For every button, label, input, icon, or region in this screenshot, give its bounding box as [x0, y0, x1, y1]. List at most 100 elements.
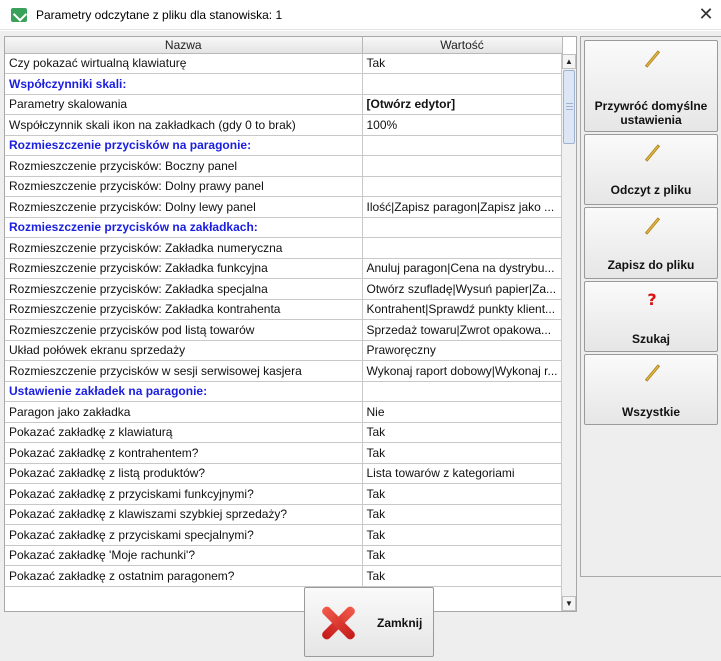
- parameter-value-cell[interactable]: Tak: [362, 483, 563, 505]
- parameter-value-cell[interactable]: [362, 135, 563, 156]
- parameter-name-cell: Pokazać zakładkę z przyciskami specjalny…: [5, 524, 363, 546]
- parameter-value-cell[interactable]: Tak: [362, 53, 563, 74]
- scroll-down-arrow[interactable]: ▼: [562, 596, 576, 611]
- section-header-cell: Współczynniki skali:: [5, 73, 363, 95]
- table-row[interactable]: Współczynnik skali ikon na zakładkach (g…: [5, 114, 563, 136]
- parameter-value-cell[interactable]: Tak: [362, 422, 563, 443]
- table-row[interactable]: Rozmieszczenie przycisków: Zakładka spec…: [5, 278, 563, 300]
- parameter-value-cell[interactable]: [362, 73, 563, 95]
- table-row[interactable]: Układ połówek ekranu sprzedaży Praworęczn…: [5, 340, 563, 361]
- thumb-grip-line: [566, 103, 573, 104]
- column-header-value[interactable]: Wartość: [362, 37, 563, 54]
- table-row[interactable]: Pokazać zakładkę z listą produktów? Lista…: [5, 463, 563, 484]
- title-bar: Parametry odczytane z pliku dla stanowis…: [0, 0, 721, 30]
- table-row[interactable]: Rozmieszczenie przycisków: Dolny lewy pa…: [5, 196, 563, 218]
- parameter-name-cell: Pokazać zakładkę z ostatnim paragonem?: [5, 565, 363, 587]
- window-title: Parametry odczytane z pliku dla stanowis…: [36, 8, 283, 22]
- parameter-value-cell[interactable]: [362, 381, 563, 402]
- table-row[interactable]: Rozmieszczenie przycisków: Zakładka kont…: [5, 299, 563, 320]
- parameter-name-cell: Paragon jako zakładka: [5, 401, 363, 423]
- parameter-value-cell[interactable]: Ilość|Zapisz paragon|Zapisz jako ...: [362, 196, 563, 218]
- parameter-value-cell[interactable]: 100%: [362, 114, 563, 136]
- read-from-file-button[interactable]: Odczyt z pliku: [584, 134, 718, 205]
- parameter-value-cell[interactable]: Tak: [362, 504, 563, 525]
- table-row[interactable]: Pokazać zakładkę z przyciskami funkcyjny…: [5, 483, 563, 505]
- table-section-row[interactable]: Ustawienie zakładek na paragonie:: [5, 381, 563, 402]
- table-row[interactable]: Pokazać zakładkę z przyciskami specjalny…: [5, 524, 563, 546]
- table-row[interactable]: Pokazać zakładkę z klawiaturą Tak: [5, 422, 563, 443]
- close-x-icon: [319, 604, 357, 642]
- read-from-file-label: Odczyt z pliku: [610, 183, 692, 197]
- parameter-value-cell[interactable]: Tak: [362, 545, 563, 566]
- parameter-value-cell[interactable]: Lista towarów z kategoriami: [362, 463, 563, 484]
- app-icon: [11, 8, 27, 22]
- parameter-value-cell[interactable]: [362, 217, 563, 238]
- parameter-value-cell[interactable]: Praworęczny: [362, 340, 563, 361]
- column-header-name[interactable]: Nazwa: [5, 37, 363, 54]
- pencil-icon: [642, 143, 662, 163]
- parameter-value-cell[interactable]: [362, 176, 563, 197]
- parameters-grid: Nazwa Wartość Czy pokazać wirtualną klaw…: [5, 37, 563, 587]
- table-section-row[interactable]: Rozmieszczenie przycisków na zakładkach:: [5, 217, 563, 238]
- window-close-button[interactable]: ✕: [691, 0, 721, 30]
- pencil-icon: [642, 363, 662, 383]
- vertical-scrollbar[interactable]: ▲ ▼: [561, 54, 576, 611]
- parameter-value-cell[interactable]: Tak: [362, 524, 563, 546]
- parameter-name-cell: Rozmieszczenie przycisków: Zakładka nume…: [5, 237, 363, 259]
- section-header-cell: Rozmieszczenie przycisków na paragonie:: [5, 135, 363, 156]
- search-button[interactable]: ? Szukaj: [584, 281, 718, 352]
- save-to-file-button[interactable]: Zapisz do pliku: [584, 207, 718, 279]
- parameter-value-cell[interactable]: Tak: [362, 442, 563, 464]
- parameter-name-cell: Rozmieszczenie przycisków: Dolny lewy pa…: [5, 196, 363, 218]
- parameter-name-cell: Czy pokazać wirtualną klawiaturę: [5, 53, 363, 74]
- scroll-up-arrow[interactable]: ▲: [562, 54, 576, 69]
- parameter-value-cell[interactable]: Otwórz szufladę|Wysuń papier|Za...: [362, 278, 563, 300]
- pencil-icon: [642, 49, 662, 69]
- restore-defaults-button[interactable]: Przywróć domyślne ustawienia: [584, 40, 718, 132]
- table-row[interactable]: Pokazać zakładkę z ostatnim paragonem? Ta…: [5, 565, 563, 587]
- table-row[interactable]: Czy pokazać wirtualną klawiaturę Tak: [5, 53, 563, 74]
- table-row[interactable]: Rozmieszczenie przycisków: Dolny prawy p…: [5, 176, 563, 197]
- save-to-file-label: Zapisz do pliku: [607, 258, 695, 272]
- parameter-value-cell[interactable]: Anuluj paragon|Cena na dystrybu...: [362, 258, 563, 279]
- search-label: Szukaj: [631, 332, 670, 346]
- table-row[interactable]: Rozmieszczenie przycisków: Boczny panel: [5, 155, 563, 177]
- thumb-grip-line: [566, 109, 573, 110]
- pencil-icon: [642, 216, 662, 236]
- table-row[interactable]: Pokazać zakładkę z klawiszami szybkiej s…: [5, 504, 563, 525]
- table-row[interactable]: Pokazać zakładkę 'Moje rachunki'? Tak: [5, 545, 563, 566]
- parameter-value-cell[interactable]: [Otwórz edytor]: [362, 94, 563, 115]
- parameter-value-cell[interactable]: [362, 237, 563, 259]
- restore-defaults-label: Przywróć domyślne ustawienia: [594, 99, 708, 127]
- parameter-value-cell[interactable]: Kontrahent|Sprawdź punkty klient...: [362, 299, 563, 320]
- parameter-name-cell: Pokazać zakładkę z klawiaturą: [5, 422, 363, 443]
- thumb-grip-line: [566, 106, 573, 107]
- table-row[interactable]: Parametry skalowania [Otwórz edytor]: [5, 94, 563, 115]
- table-row[interactable]: Rozmieszczenie przycisków: Zakładka nume…: [5, 237, 563, 259]
- parameter-name-cell: Pokazać zakładkę 'Moje rachunki'?: [5, 545, 363, 566]
- parameter-value-cell[interactable]: Nie: [362, 401, 563, 423]
- table-row[interactable]: Paragon jako zakładka Nie: [5, 401, 563, 423]
- parameter-value-cell[interactable]: [362, 155, 563, 177]
- all-button[interactable]: Wszystkie: [584, 354, 718, 425]
- parameter-value-cell[interactable]: Tak: [362, 565, 563, 587]
- section-header-cell: Rozmieszczenie przycisków na zakładkach:: [5, 217, 363, 238]
- parameter-value-cell[interactable]: Sprzedaż towaru|Zwrot opakowa...: [362, 319, 563, 341]
- close-button[interactable]: Zamknij: [304, 587, 434, 657]
- table-row[interactable]: Rozmieszczenie przycisków: Zakładka funk…: [5, 258, 563, 279]
- table-section-row[interactable]: Współczynniki skali:: [5, 73, 563, 95]
- parameter-name-cell: Pokazać zakładkę z przyciskami funkcyjny…: [5, 483, 363, 505]
- parameter-name-cell: Pokazać zakładkę z klawiszami szybkiej s…: [5, 504, 363, 525]
- table-row[interactable]: Rozmieszczenie przycisków pod listą towa…: [5, 319, 563, 341]
- dialog-content: Nazwa Wartość Czy pokazać wirtualną klaw…: [0, 31, 721, 661]
- table-row[interactable]: Rozmieszczenie przycisków w sesji serwis…: [5, 360, 563, 382]
- parameter-value-cell[interactable]: Wykonaj raport dobowy|Wykonaj r...: [362, 360, 563, 382]
- table-row[interactable]: Pokazać zakładkę z kontrahentem? Tak: [5, 442, 563, 464]
- parameter-name-cell: Pokazać zakładkę z listą produktów?: [5, 463, 363, 484]
- table-section-row[interactable]: Rozmieszczenie przycisków na paragonie:: [5, 135, 563, 156]
- all-label: Wszystkie: [621, 405, 681, 419]
- parameter-name-cell: Rozmieszczenie przycisków: Dolny prawy p…: [5, 176, 363, 197]
- scroll-thumb[interactable]: [563, 70, 575, 144]
- parameter-name-cell: Rozmieszczenie przycisków w sesji serwis…: [5, 360, 363, 382]
- parameter-name-cell: Rozmieszczenie przycisków: Zakładka funk…: [5, 258, 363, 279]
